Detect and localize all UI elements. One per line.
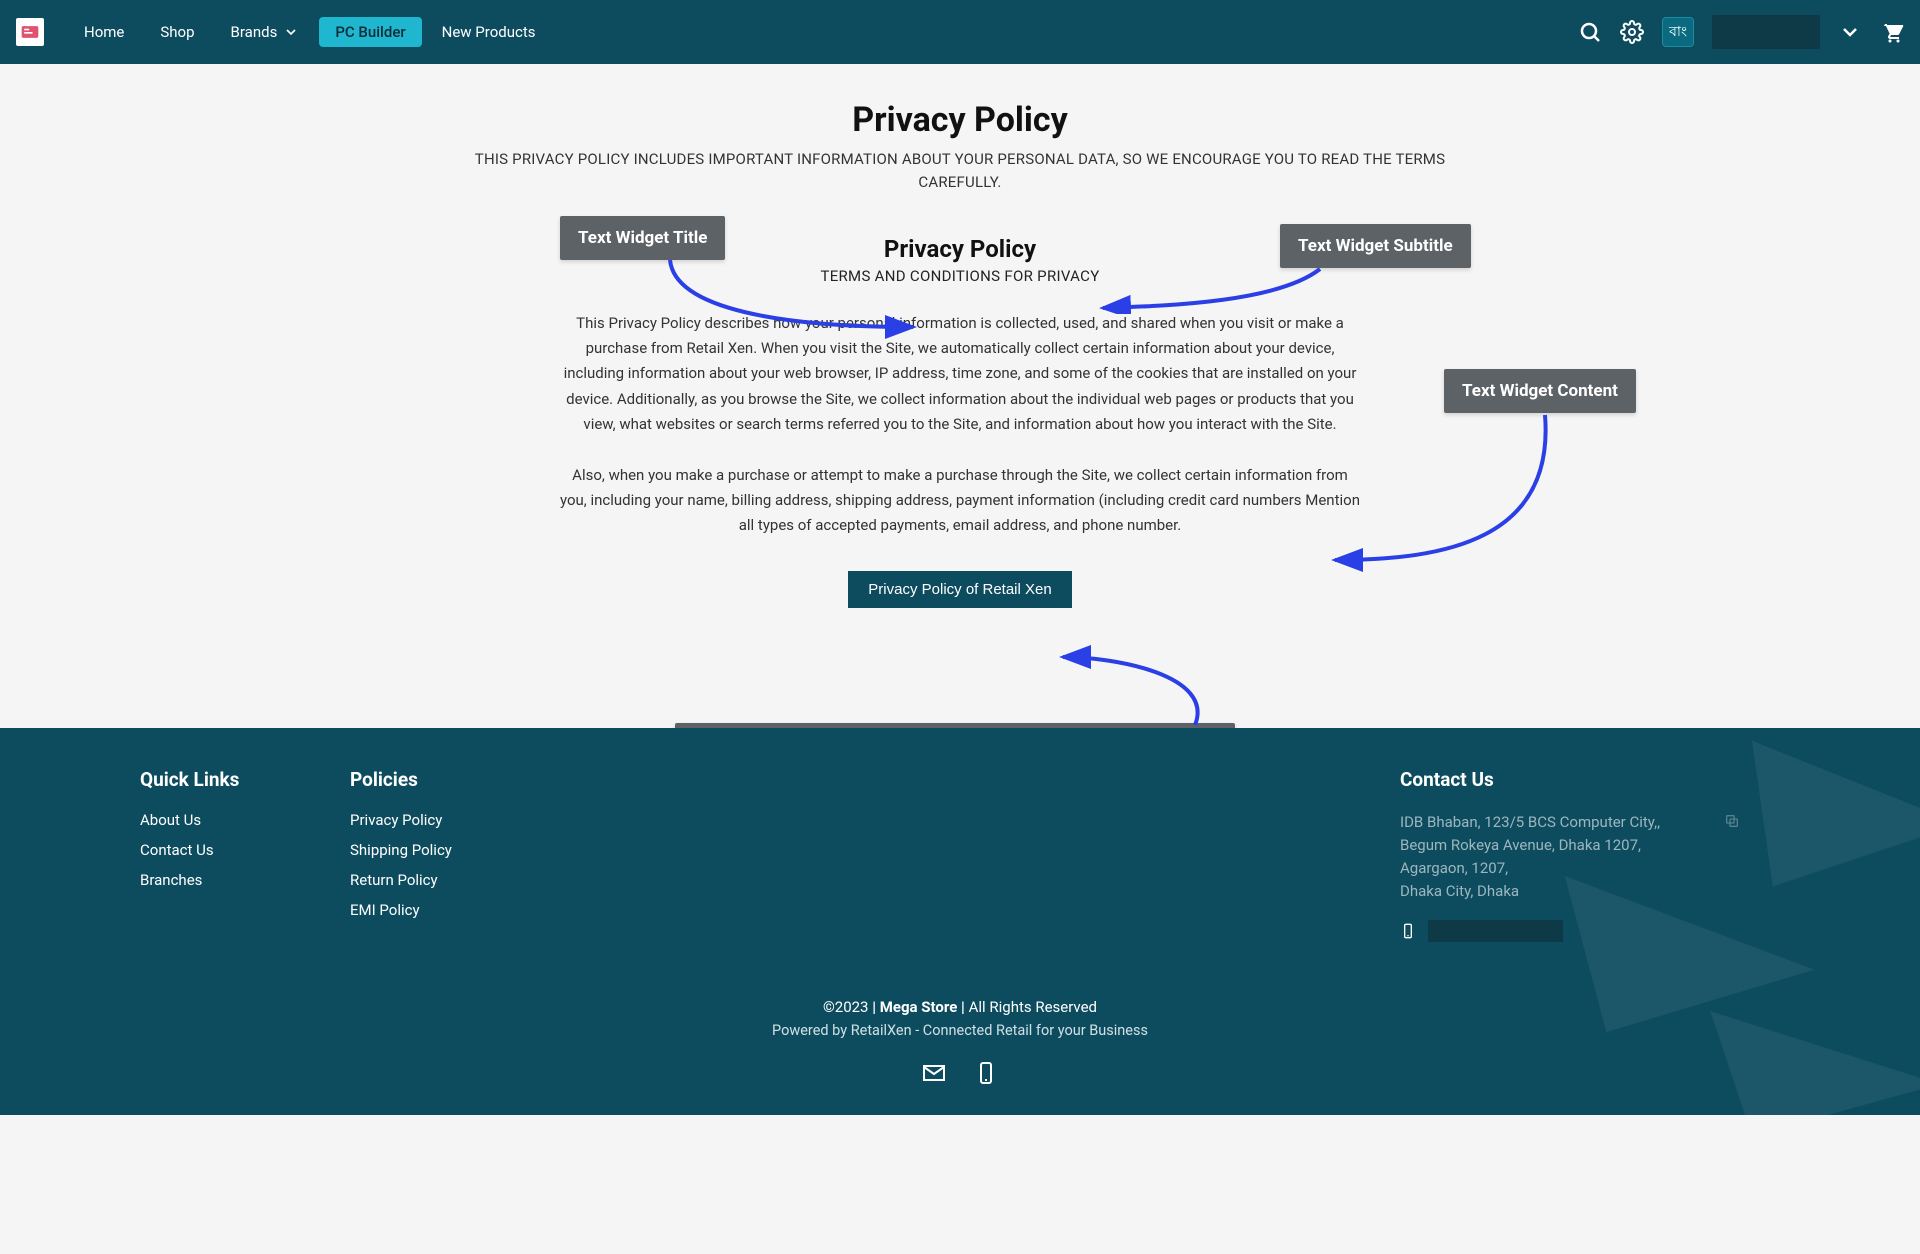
footer-policies: Policies Privacy Policy Shipping Policy … (350, 768, 530, 942)
widget-para-1: This Privacy Policy describes how your p… (560, 311, 1360, 437)
account-field[interactable] (1712, 15, 1820, 49)
annot-content: Text Widget Content (1444, 369, 1636, 413)
nav-right: বাং (1578, 15, 1904, 49)
copyright-store: | Mega Store | (869, 998, 969, 1016)
nav-brands[interactable]: Brands (215, 13, 316, 51)
footer-phone (1400, 920, 1740, 942)
footer-link-about[interactable]: About Us (140, 811, 310, 829)
phone-icon (1400, 923, 1416, 939)
chevron-down-icon (283, 24, 299, 40)
arrow-cta (1055, 645, 1235, 735)
nav-shop[interactable]: Shop (144, 13, 210, 51)
nav-links: Home Shop Brands PC Builder New Products (68, 13, 552, 51)
footer-contact: Contact Us IDB Bhaban, 123/5 BCS Compute… (1400, 768, 1740, 942)
annot-subtitle: Text Widget Subtitle (1280, 224, 1471, 268)
powered-by: Powered by RetailXen - Connected Retail … (0, 1022, 1920, 1039)
page: Privacy Policy THIS PRIVACY POLICY INCLU… (0, 64, 1920, 728)
footer-quick-heading: Quick Links (140, 768, 310, 791)
search-icon[interactable] (1578, 20, 1602, 44)
nav-pc-builder[interactable]: PC Builder (319, 17, 421, 47)
annot-title: Text Widget Title (560, 216, 725, 260)
footer-link-return[interactable]: Return Policy (350, 871, 530, 889)
cart-icon[interactable] (1880, 20, 1904, 44)
nav-home[interactable]: Home (68, 13, 140, 51)
footer-link-shipping[interactable]: Shipping Policy (350, 841, 530, 859)
nav-new-products[interactable]: New Products (426, 13, 552, 51)
account-chevron-icon[interactable] (1838, 20, 1862, 44)
footer-address-text: IDB Bhaban, 123/5 BCS Computer City,, Be… (1400, 813, 1660, 901)
navbar: Home Shop Brands PC Builder New Products… (0, 0, 1920, 64)
cta-button[interactable]: Privacy Policy of Retail Xen (848, 571, 1071, 608)
email-icon[interactable] (922, 1061, 946, 1085)
widget-content: This Privacy Policy describes how your p… (560, 311, 1360, 539)
footer-phone-number[interactable] (1428, 920, 1563, 942)
copyright-rights: All Rights Reserved (969, 998, 1097, 1016)
footer: Quick Links About Us Contact Us Branches… (0, 728, 1920, 1115)
arrow-content (1325, 410, 1575, 580)
copyright-year: ©2023 (823, 998, 869, 1016)
copy-icon[interactable] (1724, 813, 1740, 829)
footer-policies-heading: Policies (350, 768, 530, 791)
nav-brands-label: Brands (231, 23, 278, 41)
logo-icon (20, 22, 40, 42)
footer-contact-heading: Contact Us (1400, 768, 1740, 791)
widget-para-2: Also, when you make a purchase or attemp… (560, 463, 1360, 539)
footer-quick-links: Quick Links About Us Contact Us Branches (140, 768, 310, 942)
widget-subtitle: TERMS AND CONDITIONS FOR PRIVACY (455, 267, 1465, 285)
language-toggle[interactable]: বাং (1662, 17, 1694, 47)
footer-link-branches[interactable]: Branches (140, 871, 310, 889)
footer-link-contact[interactable]: Contact Us (140, 841, 310, 859)
footer-address: IDB Bhaban, 123/5 BCS Computer City,, Be… (1400, 811, 1740, 904)
mobile-icon[interactable] (974, 1061, 998, 1085)
page-title: Privacy Policy (455, 100, 1465, 140)
footer-bottom: ©2023 | Mega Store | All Rights Reserved… (0, 998, 1920, 1085)
site-logo[interactable] (16, 18, 44, 46)
page-intro: THIS PRIVACY POLICY INCLUDES IMPORTANT I… (460, 148, 1460, 193)
settings-icon[interactable] (1620, 20, 1644, 44)
footer-link-privacy[interactable]: Privacy Policy (350, 811, 530, 829)
footer-link-emi[interactable]: EMI Policy (350, 901, 530, 919)
